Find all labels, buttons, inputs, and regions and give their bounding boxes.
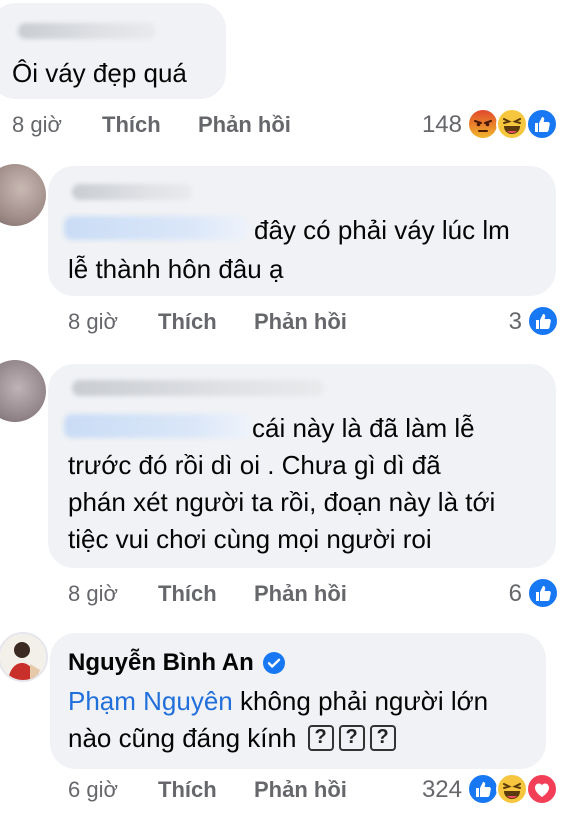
comment-text-line: Phạm Nguyên không phải người lớn: [68, 682, 488, 721]
like-icon[interactable]: [526, 108, 558, 140]
like-icon[interactable]: [467, 773, 499, 805]
comment-time[interactable]: 6 giờ: [68, 777, 118, 803]
comment-bubble-1: Ôi váy đẹp quá: [0, 3, 226, 99]
reaction-count[interactable]: 324: [400, 776, 462, 804]
mention-link[interactable]: Phạm Nguyên: [68, 686, 233, 716]
unknown-emoji-box: ?: [307, 725, 334, 752]
reply-button[interactable]: Phản hồi: [254, 777, 347, 803]
blurred-mention: [64, 414, 250, 438]
reaction-count[interactable]: 3: [470, 308, 522, 336]
blurred-author-name: [72, 380, 324, 396]
comment-time[interactable]: 8 giờ: [68, 309, 118, 335]
comment-text-line: trước đó rồi dì oi . Chưa gì dì đã: [68, 450, 441, 480]
haha-icon[interactable]: [496, 773, 528, 805]
comment-text-line: nào cũng đáng kính ???: [68, 719, 401, 758]
comment-bubble-2: đây có phải váy lúc lm lễ thành hôn đâu …: [48, 166, 556, 296]
angry-icon[interactable]: [467, 108, 499, 140]
comment-author[interactable]: Nguyễn Bình An: [68, 649, 254, 677]
comment-text-line: lễ thành hôn đâu ạ: [68, 254, 284, 284]
comment-text-line: đây có phải váy lúc lm: [254, 215, 510, 245]
comment-text-line: tiệc vui chơi cùng mọi người roi: [68, 524, 432, 554]
comment-text: nào cũng đáng kính: [68, 723, 297, 753]
comment-text-line: phán xét người ta rồi, đoạn này là tới: [68, 487, 496, 517]
avatar-image: [0, 634, 46, 680]
comment-bubble-4: Nguyễn Bình An Phạm Nguyên không phải ng…: [50, 633, 546, 769]
like-button[interactable]: Thích: [158, 581, 217, 607]
love-icon[interactable]: [526, 773, 558, 805]
reaction-count[interactable]: 6: [470, 580, 522, 608]
reaction-count[interactable]: 148: [400, 111, 462, 139]
like-button[interactable]: Thích: [158, 777, 217, 803]
blurred-author-name: [72, 184, 192, 200]
like-button[interactable]: Thích: [102, 112, 161, 138]
reply-button[interactable]: Phản hồi: [254, 309, 347, 335]
avatar[interactable]: [0, 164, 46, 226]
comment-time[interactable]: 8 giờ: [12, 112, 62, 138]
blurred-mention: [64, 216, 248, 240]
reply-button[interactable]: Phản hồi: [198, 112, 291, 138]
like-button[interactable]: Thích: [158, 309, 217, 335]
comment-text: Ôi váy đẹp quá: [12, 58, 187, 88]
comment-time[interactable]: 8 giờ: [68, 581, 118, 607]
comment-bubble-3: cái này là đã làm lễ trước đó rồi dì oi …: [48, 364, 556, 568]
avatar[interactable]: [0, 360, 46, 422]
haha-icon[interactable]: [496, 108, 528, 140]
unknown-emoji-box: ?: [369, 725, 396, 752]
verified-badge-icon: [262, 651, 286, 675]
avatar[interactable]: [0, 632, 48, 682]
blurred-author-name: [18, 23, 156, 39]
like-icon[interactable]: [527, 577, 559, 609]
comment-text: không phải người lớn: [240, 686, 489, 716]
reply-button[interactable]: Phản hồi: [254, 581, 347, 607]
unknown-emoji-box: ?: [338, 725, 365, 752]
like-icon[interactable]: [527, 305, 559, 337]
comment-text-line: cái này là đã làm lễ: [252, 413, 475, 443]
